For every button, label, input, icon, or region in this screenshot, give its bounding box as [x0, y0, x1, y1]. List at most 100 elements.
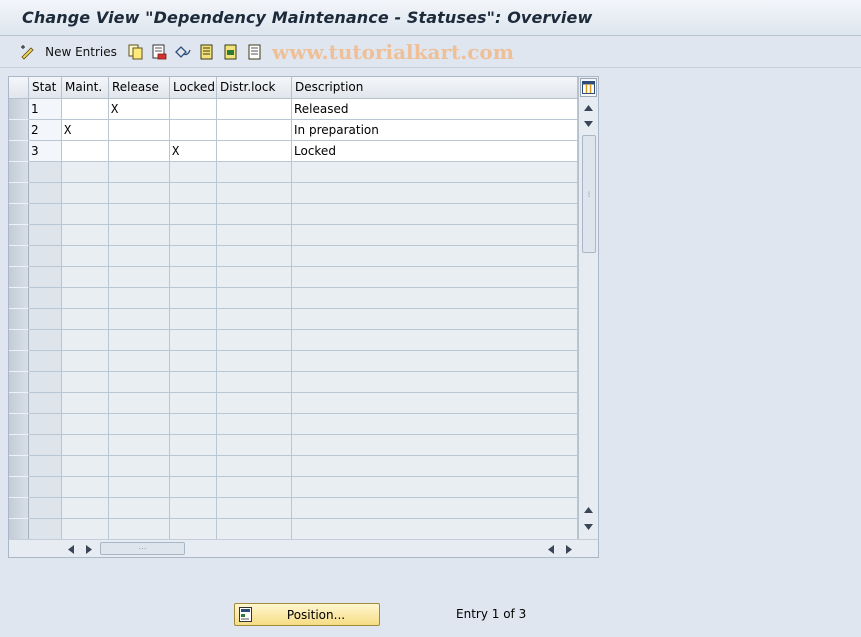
- cell-stat[interactable]: [29, 267, 62, 288]
- row-selector[interactable]: [9, 309, 29, 330]
- cell-release[interactable]: [109, 498, 170, 519]
- row-selector[interactable]: [9, 330, 29, 351]
- cell-release[interactable]: [109, 519, 170, 539]
- cell-release[interactable]: [109, 309, 170, 330]
- cell-stat[interactable]: [29, 288, 62, 309]
- cell-description[interactable]: [292, 204, 578, 225]
- cell-description[interactable]: [292, 477, 578, 498]
- cell-release[interactable]: [109, 456, 170, 477]
- cell-locked[interactable]: [170, 267, 217, 288]
- cell-stat[interactable]: [29, 330, 62, 351]
- cell-distr-lock[interactable]: [217, 351, 292, 372]
- scroll-far-right-icon[interactable]: [562, 542, 576, 556]
- cell-release[interactable]: [109, 120, 170, 141]
- cell-distr-lock[interactable]: [217, 372, 292, 393]
- cell-distr-lock[interactable]: [217, 162, 292, 183]
- cell-locked[interactable]: [170, 204, 217, 225]
- cell-maint[interactable]: [62, 183, 109, 204]
- cell-stat[interactable]: 3: [29, 141, 62, 162]
- cell-description[interactable]: [292, 435, 578, 456]
- row-selector[interactable]: [9, 246, 29, 267]
- column-header-description[interactable]: Description: [292, 77, 578, 99]
- cell-description[interactable]: [292, 498, 578, 519]
- cell-distr-lock[interactable]: [217, 477, 292, 498]
- undo-icon[interactable]: [174, 41, 192, 63]
- cell-locked[interactable]: X: [170, 141, 217, 162]
- cell-locked[interactable]: [170, 414, 217, 435]
- cell-stat[interactable]: [29, 435, 62, 456]
- cell-maint[interactable]: [62, 330, 109, 351]
- row-selector[interactable]: [9, 519, 29, 539]
- copy-icon[interactable]: [126, 41, 144, 63]
- cell-locked[interactable]: [170, 519, 217, 539]
- cell-release[interactable]: [109, 372, 170, 393]
- cell-description[interactable]: [292, 267, 578, 288]
- cell-stat[interactable]: [29, 414, 62, 435]
- cell-distr-lock[interactable]: [217, 225, 292, 246]
- cell-locked[interactable]: [170, 330, 217, 351]
- cell-description[interactable]: [292, 183, 578, 204]
- cell-maint[interactable]: [62, 351, 109, 372]
- cell-maint[interactable]: [62, 99, 109, 120]
- row-selector[interactable]: [9, 393, 29, 414]
- deselect-all-icon[interactable]: [246, 41, 264, 63]
- row-selector[interactable]: [9, 162, 29, 183]
- scroll-far-left-icon[interactable]: [544, 542, 558, 556]
- cell-distr-lock[interactable]: [217, 141, 292, 162]
- cell-locked[interactable]: [170, 246, 217, 267]
- cell-locked[interactable]: [170, 183, 217, 204]
- edit-pen-icon[interactable]: [18, 41, 38, 63]
- cell-distr-lock[interactable]: [217, 288, 292, 309]
- cell-distr-lock[interactable]: [217, 414, 292, 435]
- cell-locked[interactable]: [170, 498, 217, 519]
- cell-release[interactable]: [109, 393, 170, 414]
- cell-maint[interactable]: [62, 246, 109, 267]
- cell-stat[interactable]: [29, 456, 62, 477]
- cell-stat[interactable]: [29, 309, 62, 330]
- cell-stat[interactable]: [29, 183, 62, 204]
- scroll-page-down-icon[interactable]: [581, 520, 596, 534]
- row-selector[interactable]: [9, 498, 29, 519]
- cell-distr-lock[interactable]: [217, 456, 292, 477]
- row-selector[interactable]: [9, 225, 29, 246]
- cell-release[interactable]: [109, 330, 170, 351]
- cell-stat[interactable]: [29, 351, 62, 372]
- cell-locked[interactable]: [170, 120, 217, 141]
- cell-maint[interactable]: [62, 414, 109, 435]
- cell-locked[interactable]: [170, 225, 217, 246]
- cell-maint[interactable]: [62, 498, 109, 519]
- cell-description[interactable]: [292, 162, 578, 183]
- cell-description[interactable]: [292, 393, 578, 414]
- cell-distr-lock[interactable]: [217, 309, 292, 330]
- cell-maint[interactable]: [62, 288, 109, 309]
- cell-locked[interactable]: [170, 309, 217, 330]
- cell-stat[interactable]: [29, 246, 62, 267]
- column-config-icon[interactable]: [580, 78, 597, 97]
- cell-maint[interactable]: [62, 204, 109, 225]
- cell-release[interactable]: [109, 267, 170, 288]
- row-selector[interactable]: [9, 99, 29, 120]
- row-selector[interactable]: [9, 372, 29, 393]
- cell-maint[interactable]: [62, 372, 109, 393]
- row-selector[interactable]: [9, 267, 29, 288]
- position-button[interactable]: Position...: [234, 603, 380, 626]
- row-selector[interactable]: [9, 351, 29, 372]
- cell-description[interactable]: [292, 225, 578, 246]
- cell-maint[interactable]: [62, 267, 109, 288]
- cell-description[interactable]: [292, 519, 578, 539]
- cell-release[interactable]: [109, 414, 170, 435]
- select-block-icon[interactable]: [222, 41, 240, 63]
- cell-release[interactable]: [109, 351, 170, 372]
- cell-distr-lock[interactable]: [217, 204, 292, 225]
- cell-release[interactable]: [109, 246, 170, 267]
- cell-release[interactable]: [109, 288, 170, 309]
- cell-release[interactable]: [109, 435, 170, 456]
- delete-icon[interactable]: [150, 41, 168, 63]
- column-header-stat[interactable]: Stat: [29, 77, 62, 99]
- cell-maint[interactable]: [62, 225, 109, 246]
- cell-release[interactable]: [109, 477, 170, 498]
- cell-distr-lock[interactable]: [217, 393, 292, 414]
- scroll-page-up-icon[interactable]: [581, 503, 596, 517]
- cell-stat[interactable]: [29, 519, 62, 539]
- cell-maint[interactable]: [62, 393, 109, 414]
